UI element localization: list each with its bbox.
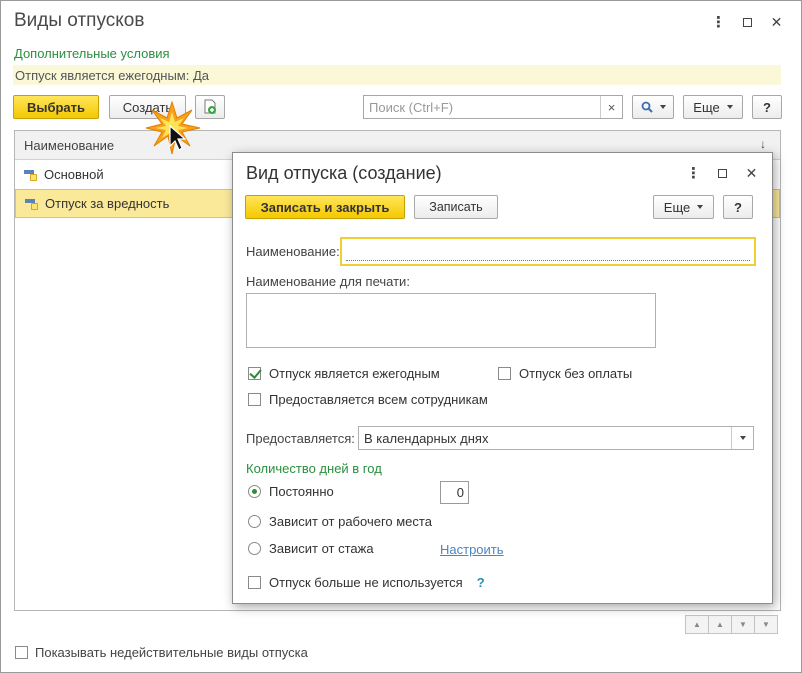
row-label: Основной xyxy=(44,167,104,182)
window-title: Виды отпусков xyxy=(14,10,145,31)
sort-icon[interactable]: ↓ xyxy=(760,137,766,151)
not-used-help-icon[interactable]: ? xyxy=(477,575,485,590)
provided-label: Предоставляется: xyxy=(246,431,355,446)
name-label: Наименование: xyxy=(246,244,340,259)
create-leave-type-dialog: Вид отпуска (создание) ⋮ ✕ Записать и за… xyxy=(232,152,773,604)
more-icon[interactable]: ⋮ xyxy=(704,12,733,32)
scroll-last-icon[interactable]: ▼ xyxy=(754,615,778,634)
catalog-item-icon xyxy=(25,199,38,210)
catalog-item-icon xyxy=(24,170,37,181)
close-icon[interactable]: ✕ xyxy=(737,163,766,183)
conditions-bar: Отпуск является ежегодным: Да xyxy=(13,65,781,85)
search-options-button[interactable] xyxy=(632,95,674,119)
scroll-first-icon[interactable]: ▲ xyxy=(685,615,709,634)
chevron-down-icon xyxy=(659,105,666,109)
days-input[interactable]: 0 xyxy=(440,481,469,504)
row-label: Отпуск за вредность xyxy=(45,196,170,211)
unpaid-label: Отпуск без оплаты xyxy=(519,366,633,381)
save-and-close-button[interactable]: Записать и закрыть xyxy=(245,195,405,219)
scroll-up-icon[interactable]: ▲ xyxy=(708,615,732,634)
maximize-icon[interactable] xyxy=(733,12,762,32)
show-invalid-option[interactable]: Показывать недействительные виды отпуска xyxy=(15,645,308,660)
radio-workplace-button[interactable] xyxy=(248,515,261,528)
dialog-title: Вид отпуска (создание) xyxy=(246,163,442,183)
scroll-down-icon[interactable]: ▼ xyxy=(731,615,755,634)
conditions-title: Дополнительные условия xyxy=(14,46,170,61)
all-employees-checkbox[interactable] xyxy=(248,393,261,406)
window-controls: ⋮ ✕ xyxy=(704,12,791,32)
chevron-down-icon[interactable] xyxy=(731,427,753,449)
chevron-down-icon xyxy=(697,205,704,209)
save-button[interactable]: Записать xyxy=(414,195,498,219)
not-used-checkbox[interactable] xyxy=(248,576,261,589)
maximize-icon[interactable] xyxy=(708,163,737,183)
not-used-label: Отпуск больше не используется xyxy=(269,575,463,590)
add-copy-icon xyxy=(204,99,216,114)
annual-checkbox[interactable] xyxy=(248,367,261,380)
annual-option[interactable]: Отпуск является ежегодным xyxy=(248,366,440,381)
radio-workplace-label: Зависит от рабочего места xyxy=(269,514,432,529)
all-employees-label: Предоставляется всем сотрудникам xyxy=(269,392,488,407)
print-name-input[interactable] xyxy=(246,293,656,348)
radio-seniority-button[interactable] xyxy=(248,542,261,555)
print-name-label: Наименование для печати: xyxy=(246,274,410,289)
main-window: Виды отпусков ⋮ ✕ Дополнительные условия… xyxy=(0,0,802,673)
radio-constant-label: Постоянно xyxy=(269,484,334,499)
chevron-down-icon xyxy=(726,105,733,109)
show-invalid-checkbox[interactable] xyxy=(15,646,28,659)
more-button[interactable]: Еще xyxy=(683,95,743,119)
radio-constant[interactable]: Постоянно xyxy=(248,484,334,499)
search-input[interactable]: Поиск (Ctrl+F) × xyxy=(363,95,623,119)
unpaid-option[interactable]: Отпуск без оплаты xyxy=(498,366,632,381)
dialog-controls: ⋮ ✕ xyxy=(679,163,766,183)
search-icon xyxy=(641,101,653,113)
column-header-label: Наименование xyxy=(24,138,115,153)
provided-select[interactable]: В календарных днях xyxy=(358,426,754,450)
radio-constant-button[interactable] xyxy=(248,485,261,498)
configure-link[interactable]: Настроить xyxy=(440,542,504,557)
radio-seniority[interactable]: Зависит от стажа xyxy=(248,541,374,556)
more-label: Еще xyxy=(693,99,720,115)
more-icon[interactable]: ⋮ xyxy=(679,163,708,183)
provided-value: В календарных днях xyxy=(364,431,489,446)
close-icon[interactable]: ✕ xyxy=(762,12,791,32)
dialog-more-label: Еще xyxy=(663,199,691,215)
unpaid-checkbox[interactable] xyxy=(498,367,511,380)
dialog-more-button[interactable]: Еще xyxy=(653,195,714,219)
clear-search-button[interactable]: × xyxy=(600,96,622,118)
select-button[interactable]: Выбрать xyxy=(13,95,99,119)
all-employees-option[interactable]: Предоставляется всем сотрудникам xyxy=(248,392,488,407)
help-button[interactable]: ? xyxy=(752,95,782,119)
not-used-option[interactable]: Отпуск больше не используется ? xyxy=(248,575,485,590)
show-invalid-label: Показывать недействительные виды отпуска xyxy=(35,645,308,660)
list-navigation: ▲ ▲ ▼ ▼ xyxy=(685,615,778,634)
days-group-title: Количество дней в год xyxy=(246,461,382,476)
dialog-help-button[interactable]: ? xyxy=(723,195,753,219)
radio-seniority-label: Зависит от стажа xyxy=(269,541,374,556)
radio-workplace[interactable]: Зависит от рабочего места xyxy=(248,514,432,529)
click-highlight-icon xyxy=(145,100,201,155)
annual-label: Отпуск является ежегодным xyxy=(269,366,440,381)
name-input[interactable] xyxy=(340,237,756,266)
